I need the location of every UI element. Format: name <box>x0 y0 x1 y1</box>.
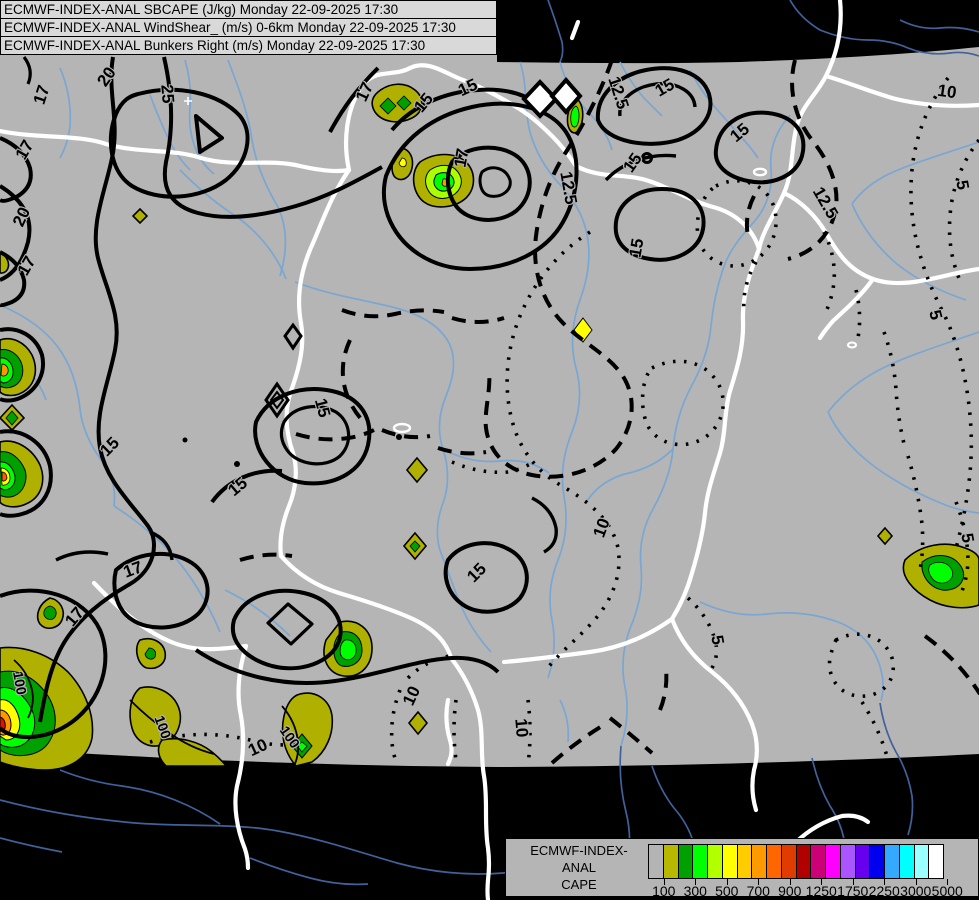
contour-dot <box>396 434 402 440</box>
legend-swatch <box>780 844 797 879</box>
legend-tick-label: 2250 <box>868 883 900 899</box>
legend-swatch <box>869 844 885 879</box>
legend-tick-label: 700 <box>746 883 770 899</box>
legend-swatch <box>913 844 930 879</box>
legend-swatch <box>766 844 782 879</box>
legend-tick-label: 100 <box>652 883 676 899</box>
legend-tick-label: 1250 <box>805 883 837 899</box>
legend-swatch <box>707 844 723 879</box>
legend-swatch <box>928 844 944 879</box>
legend-tick-label: 500 <box>715 883 739 899</box>
legend-title-line2: CAPE <box>561 877 597 892</box>
legend-swatch <box>825 844 841 879</box>
legend-tick-label: 5000 <box>931 883 963 899</box>
legend-tick-label: 900 <box>778 883 802 899</box>
legend-swatch <box>648 844 664 879</box>
legend-swatch <box>854 844 871 879</box>
legend-title-line3: J/kg <box>514 893 644 900</box>
legend-tick-label: 1750 <box>837 883 869 899</box>
legend-tick-label: 3000 <box>900 883 932 899</box>
legend-title: ECMWF-INDEX-ANAL CAPE J/kg <box>514 842 644 900</box>
legend-swatch <box>795 844 812 879</box>
legend-tick-label: 300 <box>683 883 707 899</box>
legend-swatch <box>810 844 826 879</box>
legend-swatch <box>692 844 708 879</box>
legend-swatch <box>898 844 915 879</box>
contour-dot <box>234 461 240 467</box>
legend-colorbar <box>648 844 944 879</box>
legend-swatch <box>839 844 856 879</box>
weather-map-screenshot: 17 20 25 17 20 17 17 15 15 17 15 15 15 15 15 15 15 15 17 17… <box>0 0 979 900</box>
title-block: ECMWF-INDEX-ANAL SBCAPE (J/kg) Monday 22… <box>0 0 497 55</box>
legend-swatch <box>884 844 900 879</box>
map-canvas <box>0 0 979 900</box>
legend-swatch <box>751 844 767 879</box>
title-line-sbcape: ECMWF-INDEX-ANAL SBCAPE (J/kg) Monday 22… <box>0 0 497 19</box>
cape-legend: ECMWF-INDEX-ANAL CAPE J/kg 100 300 500 700 9… <box>505 838 979 900</box>
legend-swatch <box>736 844 753 879</box>
legend-swatch <box>662 844 679 879</box>
legend-title-line1: ECMWF-INDEX-ANAL <box>530 843 628 875</box>
legend-swatch <box>677 844 694 879</box>
title-line-bunkers: ECMWF-INDEX-ANAL Bunkers Right (m/s) Mon… <box>0 36 497 55</box>
contour-dot <box>182 437 188 443</box>
title-line-windshear: ECMWF-INDEX-ANAL WindShear_ (m/s) 0-6km … <box>0 18 497 37</box>
legend-swatch <box>721 844 738 879</box>
